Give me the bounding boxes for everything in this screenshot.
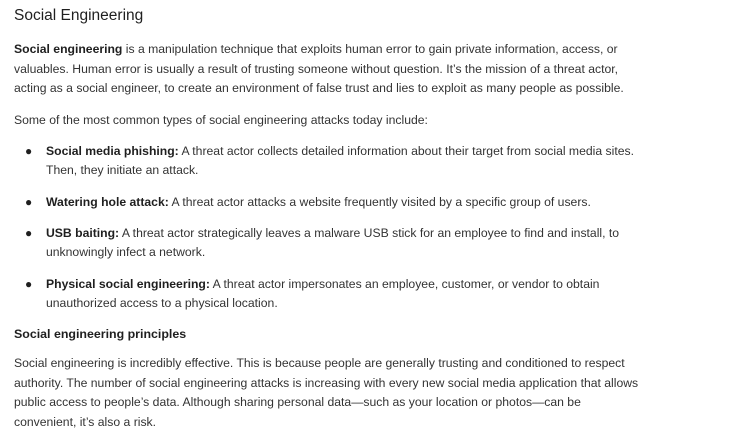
document-page: Social Engineering Social engineering is… xyxy=(0,0,745,447)
bullet-icon: ● xyxy=(25,194,33,209)
list-item: ● USB baiting: A threat actor strategica… xyxy=(14,224,646,262)
attack-term: Physical social engineering: xyxy=(46,276,210,291)
page-title: Social Engineering xyxy=(14,7,144,24)
attack-term: Social media phishing: xyxy=(46,144,179,158)
attack-term: Watering hole attack: xyxy=(46,194,169,209)
bullet-icon: ● xyxy=(25,276,33,291)
attack-list: ● Social media phishing: A threat actor … xyxy=(14,142,731,313)
attack-text: A threat actor attacks a website frequen… xyxy=(168,194,591,209)
attack-text: A threat actor strategically leaves a ma… xyxy=(46,226,620,259)
list-item: ● Physical social engineering: A threat … xyxy=(14,275,646,313)
bullet-icon: ● xyxy=(25,226,33,240)
list-item: ● Social media phishing: A threat actor … xyxy=(14,142,646,180)
intro-paragraph: Social engineering is a manipulation tec… xyxy=(14,40,639,99)
bullet-icon: ● xyxy=(25,144,33,158)
principles-paragraph: Social engineering is incredibly effecti… xyxy=(14,356,639,429)
list-item: ● Watering hole attack: A threat actor a… xyxy=(14,193,646,212)
attack-term: USB baiting: xyxy=(46,226,120,240)
section-heading: Social engineering principles xyxy=(14,327,187,341)
intro-term: Social engineering xyxy=(14,42,123,56)
list-intro: Some of the most common types of social … xyxy=(14,112,428,127)
